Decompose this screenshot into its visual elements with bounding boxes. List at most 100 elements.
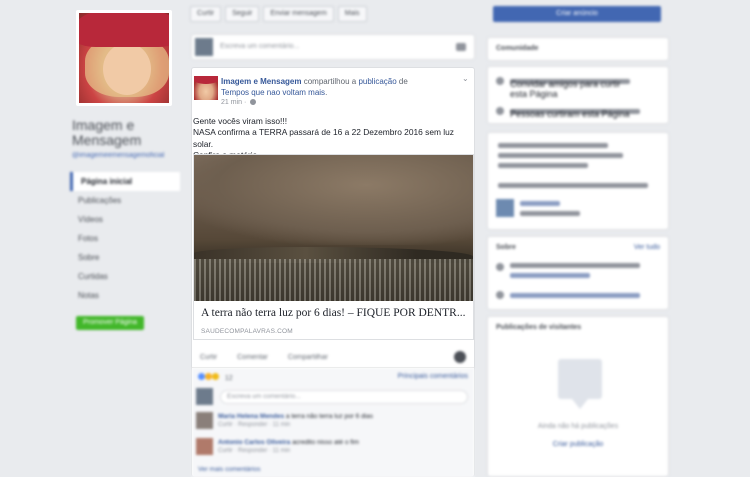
shared-text: compartilhou a bbox=[303, 77, 357, 86]
about-line-shape bbox=[510, 263, 640, 268]
comment-meta[interactable]: Curtir · Responder · 11 min bbox=[218, 448, 290, 454]
post-text-line-2: NASA confirma a TERRA passará de 16 a 22… bbox=[193, 127, 454, 149]
website-link-shape[interactable] bbox=[510, 293, 640, 298]
source-page-link[interactable]: Tempos que nao voltam mais bbox=[221, 88, 325, 97]
info-icon bbox=[496, 263, 504, 271]
post-author-avatar[interactable] bbox=[194, 76, 218, 100]
post-composer[interactable]: Escreva um comentário... bbox=[191, 34, 475, 60]
source-period: . bbox=[325, 88, 328, 97]
nav-item-about[interactable]: Sobre bbox=[70, 248, 180, 267]
about-box: Sobre Ver tudo bbox=[487, 236, 669, 310]
search-icon bbox=[496, 77, 504, 85]
like-button[interactable]: Curtir bbox=[200, 348, 217, 368]
like-icon bbox=[496, 107, 504, 115]
globe-icon bbox=[496, 291, 504, 299]
post-header: Imagem e Mensagem compartilhou a publica… bbox=[221, 76, 461, 98]
page-action-bar: Curtir Seguir Enviar mensagem Mais bbox=[190, 6, 414, 22]
comment-sort-link[interactable]: Principais comentários bbox=[398, 373, 468, 380]
follow-page-button[interactable]: Seguir bbox=[225, 6, 260, 22]
friends-activity-box bbox=[487, 132, 669, 230]
page-handle[interactable]: @imagemeemensagemoficial bbox=[72, 152, 164, 159]
activity-line-shape bbox=[498, 153, 623, 158]
nav-item-likes[interactable]: Curtidas bbox=[70, 267, 180, 286]
link-preview-title[interactable]: A terra não terra luz por 6 dias! – FIQU… bbox=[201, 307, 469, 319]
more-comments-link[interactable]: Ver mais comentários bbox=[198, 466, 261, 473]
commenter-name[interactable]: Antonio Carlos Oliveira bbox=[218, 439, 290, 446]
comment-text: Antonio Carlos Oliveira acredito nisso a… bbox=[218, 438, 468, 447]
comment-text: Maria Helena Mendes a terra não terra lu… bbox=[218, 412, 468, 421]
visitor-posts-box: Publicações de visitantes Ainda não há p… bbox=[487, 316, 669, 477]
visitor-posts-title: Publicações de visitantes bbox=[496, 324, 582, 331]
friend-meta-line bbox=[520, 211, 580, 216]
nav-item-photos[interactable]: Fotos bbox=[70, 229, 180, 248]
camera-icon[interactable] bbox=[456, 43, 466, 51]
comment-bubble-icon bbox=[558, 359, 602, 409]
comment-body: a terra não terra luz por 6 dias bbox=[285, 413, 373, 420]
dust-storm-shape bbox=[194, 155, 473, 245]
comment-input-avatar bbox=[196, 388, 213, 405]
commenter-avatar[interactable] bbox=[196, 438, 213, 455]
globe-icon bbox=[250, 99, 257, 106]
send-message-button[interactable]: Enviar mensagem bbox=[263, 6, 334, 22]
visitor-posts-empty: Ainda não há publicações bbox=[537, 423, 619, 430]
nav-item-videos[interactable]: Vídeos bbox=[70, 210, 180, 229]
avatar-hat-shape bbox=[79, 13, 169, 47]
create-post-link[interactable]: Criar publicação bbox=[488, 441, 668, 448]
page-nav: Página inicial Publicações Vídeos Fotos … bbox=[70, 172, 180, 305]
feed-post: Imagem e Mensagem compartilhou a publica… bbox=[191, 67, 475, 477]
post-author-name[interactable]: Imagem e Mensagem bbox=[221, 77, 301, 86]
commenter-avatar[interactable] bbox=[196, 412, 213, 429]
comment-button[interactable]: Comentar bbox=[237, 348, 268, 368]
activity-line-shape bbox=[498, 143, 608, 148]
comment-meta[interactable]: Curtir · Responder · 11 min bbox=[218, 422, 290, 428]
nav-item-notes[interactable]: Notas bbox=[70, 286, 180, 305]
comment-body: acredito nisso até o fim bbox=[292, 439, 359, 446]
nav-item-home[interactable]: Página inicial bbox=[70, 172, 180, 191]
likes-text[interactable]: Pessoas curtiram esta Página bbox=[510, 109, 640, 119]
like-page-button[interactable]: Curtir bbox=[190, 6, 222, 22]
post-time-text: 21 min bbox=[221, 99, 243, 106]
invite-text[interactable]: Convidar amigos para curtir esta Página bbox=[510, 79, 630, 99]
chevron-down-icon[interactable]: ⌄ bbox=[462, 75, 469, 83]
friend-name-line[interactable] bbox=[520, 201, 560, 206]
post-text-line-1: Gente vocês viram isso!!! bbox=[193, 116, 288, 126]
post-as-avatar[interactable] bbox=[454, 351, 466, 363]
haha-reaction-icon bbox=[204, 373, 212, 380]
reactions-count: 12 bbox=[224, 375, 233, 382]
wow-reaction-icon bbox=[211, 373, 219, 380]
composer-placeholder[interactable]: Escreva um comentário... bbox=[220, 43, 299, 50]
activity-line-shape bbox=[498, 163, 588, 168]
about-see-all[interactable]: Ver tudo bbox=[634, 244, 660, 251]
shared-from-prefix: de bbox=[398, 77, 408, 86]
more-button[interactable]: Mais bbox=[337, 6, 367, 22]
like-reaction-icon bbox=[198, 373, 205, 380]
shared-publication-link[interactable]: publicação bbox=[358, 77, 396, 86]
link-preview-domain: SAUDECOMPALAVRAS.COM bbox=[201, 328, 293, 335]
post-time-dot: · bbox=[243, 99, 247, 106]
friend-avatar[interactable] bbox=[496, 199, 514, 217]
avatar-face-shape bbox=[103, 43, 151, 95]
page-profile-picture[interactable] bbox=[76, 10, 172, 106]
comment-input[interactable]: Escreva um comentário... bbox=[220, 390, 468, 404]
post-actions: Curtir Comentar Compartilhar bbox=[192, 348, 474, 368]
link-preview-card[interactable]: A terra não terra luz por 6 dias! – FIQU… bbox=[193, 154, 474, 340]
commenter-name[interactable]: Maria Helena Mendes bbox=[218, 413, 284, 420]
avatar-hat-shape bbox=[194, 76, 218, 84]
page-name[interactable]: Imagem e Mensagem bbox=[72, 118, 182, 148]
community-title: Comunidade bbox=[496, 45, 539, 52]
community-box: Comunidade bbox=[487, 37, 669, 61]
nav-item-posts[interactable]: Publicações bbox=[70, 191, 180, 210]
left-column: Imagem e Mensagem @imagemeemensagemofici… bbox=[70, 0, 182, 477]
create-ad-button[interactable]: Criar anúncio bbox=[493, 6, 661, 22]
town-shape bbox=[194, 259, 473, 301]
promote-page-button[interactable]: Promover Página bbox=[76, 316, 144, 330]
post-timestamp[interactable]: 21 min · bbox=[221, 99, 257, 106]
invite-box: Convidar amigos para curtir esta Página … bbox=[487, 66, 669, 124]
reactions-summary[interactable]: 12 bbox=[198, 373, 233, 382]
share-button[interactable]: Compartilhar bbox=[288, 348, 328, 368]
link-preview-image[interactable] bbox=[194, 155, 473, 301]
about-link-shape[interactable] bbox=[510, 273, 590, 278]
comments-section: 12 Principais comentários Escreva um com… bbox=[192, 368, 474, 477]
composer-avatar bbox=[195, 38, 213, 56]
activity-line-shape bbox=[498, 183, 648, 188]
